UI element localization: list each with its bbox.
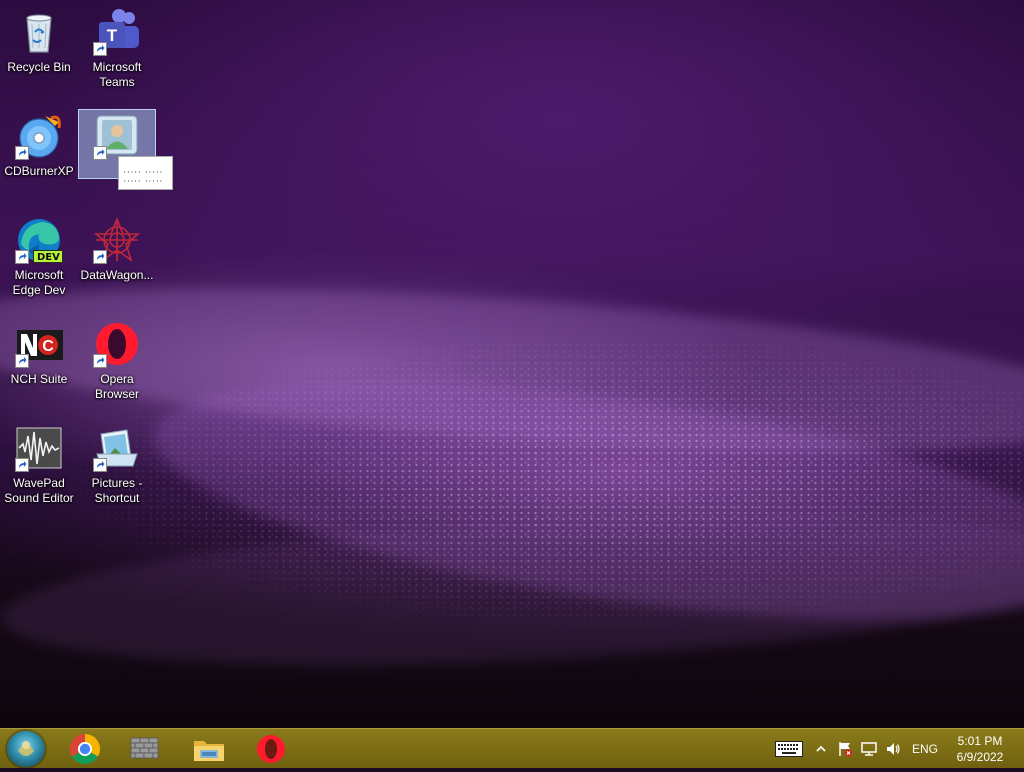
chrome-icon: [69, 734, 101, 765]
shortcut-arrow-icon: [15, 146, 29, 160]
network-button[interactable]: [860, 739, 878, 759]
shortcut-arrow-icon: [93, 354, 107, 368]
cd-burner-icon: [15, 112, 63, 160]
datawagon-icon: [93, 216, 141, 264]
user-contact-icon: [93, 112, 141, 160]
desktop-icon-label: Pictures - Shortcut: [91, 476, 143, 505]
file-explorer-icon: [194, 741, 224, 761]
desktop-icon-microsoft-teams[interactable]: T Microsoft Teams: [78, 2, 156, 96]
shortcut-arrow-icon: [15, 354, 29, 368]
clock-date: 6/9/2022: [956, 750, 1004, 764]
taskbar-app-file-explorer[interactable]: [183, 731, 235, 767]
pictures-folder-icon: [93, 424, 141, 472]
input-language-indicator[interactable]: ENG: [912, 742, 938, 756]
taskbar: ENG 5:01 PM 6/9/2022: [0, 728, 1024, 768]
desktop-icon-nch-suite[interactable]: C NCH Suite: [0, 314, 78, 408]
shortcut-arrow-icon: [15, 458, 29, 472]
desktop-icon-label: Opera Browser: [94, 372, 139, 401]
shortcut-arrow-icon: [93, 146, 107, 160]
desktop-icon-label: Microsoft Teams: [92, 60, 142, 89]
shortcut-arrow-icon: [93, 42, 107, 56]
nch-suite-icon: C: [15, 320, 63, 368]
shortcut-arrow-icon: [15, 250, 29, 264]
desktop-icon-label: CDBurnerXP: [4, 164, 74, 178]
volume-icon: [887, 743, 900, 755]
desktop-icon-label: NCH Suite: [10, 372, 68, 386]
taskbar-app-opera[interactable]: [245, 731, 297, 767]
opera-icon: [93, 320, 141, 368]
show-hidden-icons-button[interactable]: [814, 739, 828, 759]
drag-tooltip: ,,,,, ,,,,, ,,,,, ,,,,,: [118, 156, 173, 190]
dev-badge: DEV: [37, 252, 60, 263]
desktop-icon-recycle-bin[interactable]: Recycle Bin: [0, 2, 78, 96]
wavepad-icon: [15, 424, 63, 472]
taskbar-app-chrome[interactable]: [59, 731, 111, 767]
edge-dev-icon: DEV: [15, 216, 63, 264]
network-icon: [861, 742, 877, 756]
svg-text:C: C: [42, 338, 54, 355]
show-hidden-icons-chevron: [816, 745, 826, 752]
desktop-icon-label: DataWagon...: [80, 268, 154, 282]
touch-keyboard-button[interactable]: [774, 739, 804, 759]
taskbar-app-wall[interactable]: [119, 731, 171, 767]
action-center-flag-icon: [839, 742, 852, 757]
desktop-icon-label: Recycle Bin: [7, 60, 71, 74]
touch-keyboard-icon: [775, 741, 803, 757]
shortcut-arrow-icon: [93, 458, 107, 472]
desktop-icon-edge-dev[interactable]: DEV Microsoft Edge Dev: [0, 210, 78, 304]
start-orb-icon[interactable]: [7, 731, 45, 767]
volume-button[interactable]: [884, 739, 902, 759]
desktop-icon-label: WavePad Sound Editor: [4, 476, 74, 505]
desktop-icon-pictures-shortcut[interactable]: Pictures - Shortcut: [78, 418, 156, 512]
recycle-bin-icon: [15, 8, 63, 56]
svg-text:T: T: [107, 26, 118, 45]
desktop-icon-wavepad[interactable]: WavePad Sound Editor: [0, 418, 78, 512]
opera-icon: [257, 735, 285, 763]
clock-time: 5:01 PM: [957, 734, 1003, 748]
desktop-icon-label: Microsoft Edge Dev: [12, 268, 66, 297]
desktop-icon-datawagon[interactable]: DataWagon...: [78, 210, 156, 304]
desktop-icon-opera-browser[interactable]: Opera Browser: [78, 314, 156, 408]
taskbar-clock[interactable]: 5:01 PM 6/9/2022: [946, 733, 1014, 765]
desktop-icon-cdburnerxp[interactable]: CDBurnerXP: [0, 106, 78, 200]
brick-wall-icon: [130, 737, 159, 759]
action-center-button[interactable]: [836, 739, 854, 759]
teams-icon: T: [93, 8, 141, 56]
shortcut-arrow-icon: [93, 250, 107, 264]
